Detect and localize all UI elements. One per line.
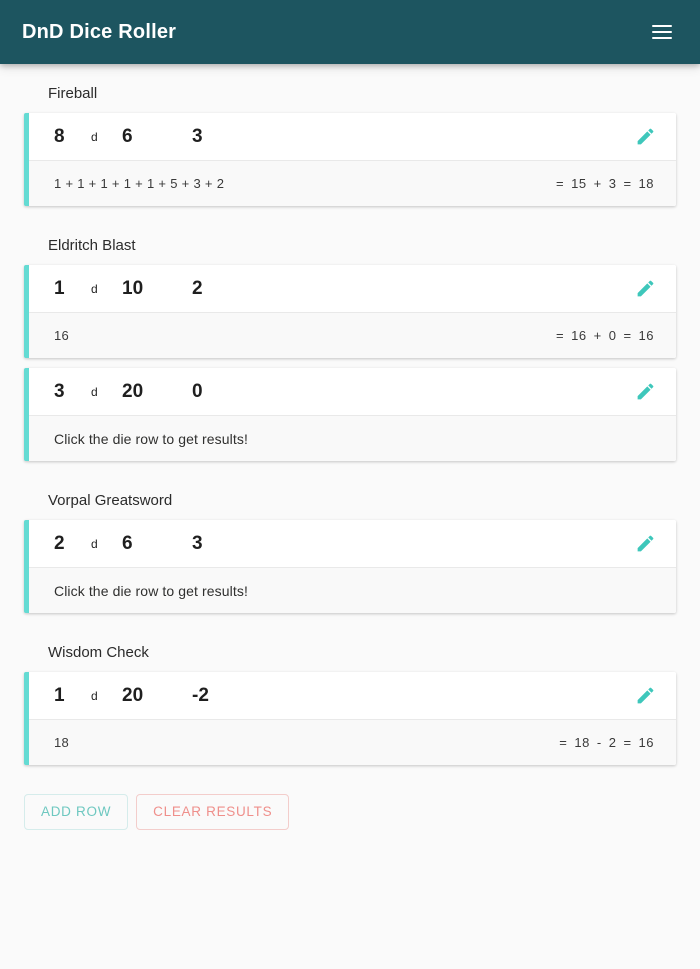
roll-subtotal: 16 [571, 328, 587, 343]
result-row: 18 = 18-2 = 16 [29, 720, 676, 765]
equals-sign: = [623, 328, 632, 343]
roll-total: 18 [638, 176, 654, 191]
hamburger-bar [652, 31, 672, 33]
die-sides: 6 [122, 126, 133, 147]
result-row: 16 = 16 +0 = 16 [29, 313, 676, 358]
die-dee-label: d [91, 281, 98, 296]
die-dee-label: d [91, 129, 98, 144]
hamburger-menu-icon[interactable] [649, 19, 675, 45]
die-row[interactable]: 3 d 20 0 [29, 368, 676, 415]
die-modifier: 0 [192, 381, 203, 402]
equals-sign: = [623, 735, 632, 750]
die-row[interactable]: 1 d 10 2 [29, 265, 676, 312]
dice-group: Eldritch Blast 1 d 10 2 16 = 16 +0 = 16 3 d 20 0 Click … [24, 216, 676, 461]
modifier-value: 0 [608, 328, 617, 343]
pencil-edit-icon[interactable] [622, 673, 668, 719]
dice-group: Wisdom Check 1 d 20 -2 18 = 18-2 = 16 [24, 623, 676, 765]
equals-sign: = [556, 328, 565, 343]
roll-breakdown: 16 [54, 328, 70, 343]
die-row[interactable]: 2 d 6 3 [29, 520, 676, 567]
die-row[interactable]: 1 d 20 -2 [29, 672, 676, 719]
die-modifier: 2 [192, 278, 203, 299]
dice-card: 8d631 + 1 + 1 + 1 + 1 + 5 + 3 + 2 = 15 +3 = 1… [24, 113, 676, 206]
dice-card: 1 d 20 -2 18 = 18-2 = 16 [24, 672, 676, 765]
result-row: Click the die row to get results! [29, 416, 676, 461]
modifier-value: 2 [608, 735, 617, 750]
modifier-operator: - [596, 735, 602, 750]
add-row-button[interactable]: ADD ROW [24, 794, 129, 830]
roll-subtotal: 15 [571, 176, 587, 191]
die-modifier: -2 [192, 685, 209, 706]
die-dee-label: d [91, 536, 98, 551]
pencil-edit-icon[interactable] [622, 266, 668, 312]
result-totals: = 15 +3 = 18 [556, 176, 654, 191]
die-count: 2 [54, 533, 65, 554]
die-count: 1 [54, 278, 65, 299]
dice-group-title: Vorpal Greatsword [48, 492, 173, 509]
dice-groups: Fireball 8 d 6 3 1 + 1 + 1 + 1 + 1 + 5 + 3 + … [24, 64, 676, 765]
hamburger-bar [652, 37, 672, 39]
clear-results-button[interactable]: CLEAR RESULTS [136, 794, 290, 830]
result-totals: = 16 +0 = 16 [556, 328, 654, 343]
dice-card: 3 d 20 0 Click the die row to get results! [24, 368, 676, 461]
die-modifier: 3 [192, 533, 203, 554]
result-row: 1 + 1 + 1 + 1 + 1 + 5 + 3 + 2 = 15 +3 = 18 [29, 161, 676, 206]
modifier-operator: + [593, 176, 602, 191]
die-sides: 10 [122, 278, 144, 299]
die-sides: 20 [122, 381, 144, 402]
roll-breakdown: 1 + 1 + 1 + 1 + 1 + 5 + 3 + 2 [54, 176, 225, 191]
modifier-operator: + [593, 328, 602, 343]
no-results-message: Click the die row to get results! [54, 582, 248, 599]
dice-group-title: Eldritch Blast [48, 237, 136, 254]
dice-group: Vorpal Greatsword 2 d 6 3 Click the die row t… [24, 471, 676, 613]
action-bar: ADD ROW CLEAR RESULTS [24, 775, 676, 830]
die-dee-label: d [91, 688, 98, 703]
dice-group-title: Fireball [48, 85, 98, 102]
die-modifier: 3 [192, 126, 203, 147]
pencil-edit-icon[interactable] [622, 114, 668, 160]
page-title: DnD Dice Roller [22, 21, 177, 43]
dice-card: 2 d 6 3 Click the die row to get results! [24, 520, 676, 613]
die-sides: 20 [122, 685, 144, 706]
hamburger-bar [652, 25, 672, 27]
no-results-message: Click the die row to get results! [54, 430, 248, 447]
equals-sign: = [556, 176, 565, 191]
roll-total: 16 [638, 328, 654, 343]
die-count: 3 [54, 381, 65, 402]
roll-breakdown: 18 [54, 735, 70, 750]
modifier-value: 3 [608, 176, 617, 191]
dice-roller-body: Fireball 8 d 6 3 1 + 1 + 1 + 1 + 1 + 5 + 3 + … [0, 64, 700, 830]
dice-group-title: Wisdom Check [48, 644, 149, 661]
die-count: 8 [54, 126, 65, 147]
roll-total: 16 [638, 735, 654, 750]
dice-group: Fireball 8 d 6 3 1 + 1 + 1 + 1 + 1 + 5 + 3 + … [24, 64, 676, 206]
equals-sign: = [623, 176, 632, 191]
die-count: 1 [54, 685, 65, 706]
result-row: Click the die row to get results! [29, 568, 676, 613]
result-totals: = 18-2 = 16 [559, 735, 654, 750]
roll-subtotal: 18 [574, 735, 590, 750]
app-bar: DnD Dice Roller [0, 0, 700, 64]
equals-sign: = [559, 735, 568, 750]
pencil-edit-icon[interactable] [622, 369, 668, 415]
dice-card: 1 d 10 2 16 = 16 +0 = 16 [24, 265, 676, 358]
pencil-edit-icon[interactable] [622, 521, 668, 567]
die-sides: 6 [122, 533, 133, 554]
die-dee-label: d [91, 384, 98, 399]
die-row[interactable]: 8 d 6 3 [29, 113, 676, 160]
